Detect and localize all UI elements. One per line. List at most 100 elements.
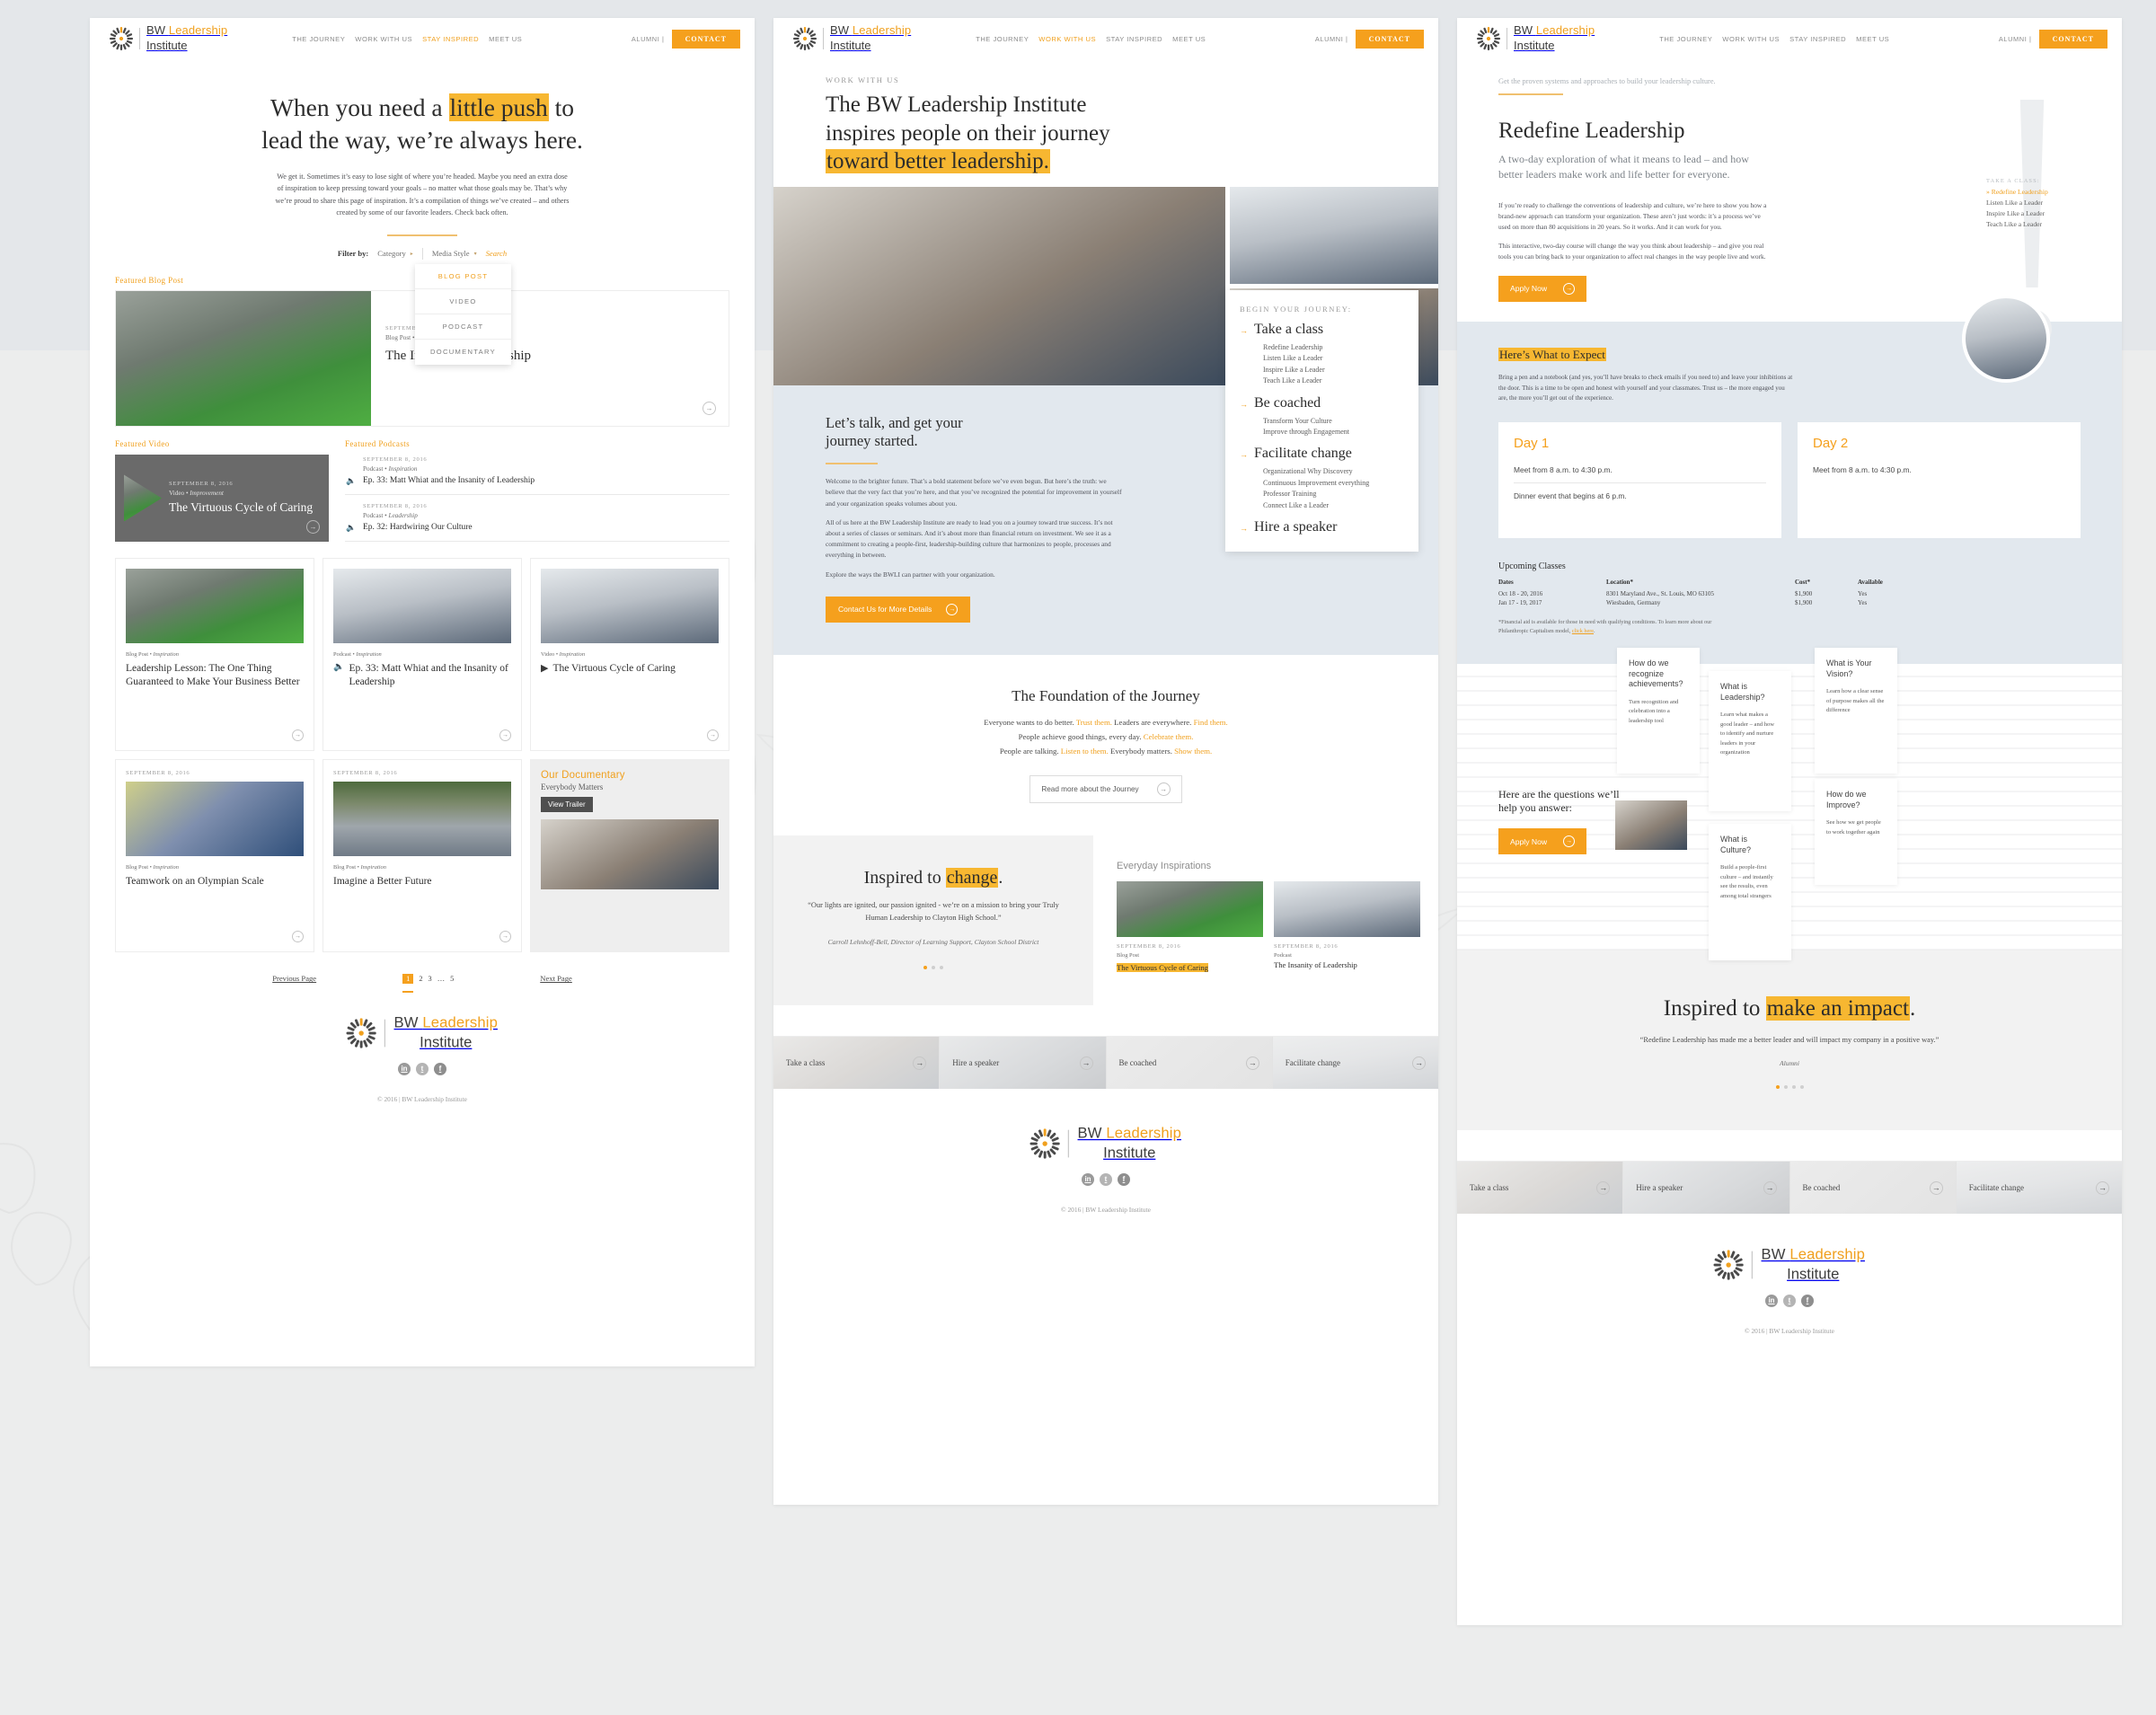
list-item[interactable]: SEPTEMBER 8, 2016 Podcast The Insanity o…	[1274, 880, 1420, 975]
facebook-icon[interactable]: f	[434, 1062, 446, 1075]
carousel-dot-3[interactable]	[1791, 1085, 1796, 1090]
brand-logo-footer-3[interactable]: BW Leadership Institute	[1457, 1245, 2122, 1284]
alumni-link[interactable]: ALUMNI |	[632, 35, 665, 43]
click-here-link[interactable]: click here	[1572, 628, 1594, 634]
next-page-link[interactable]: Next Page	[540, 974, 572, 983]
linkedin-icon[interactable]: in	[1082, 1172, 1094, 1186]
nav-item-the-journey[interactable]: THE JOURNEY	[1659, 35, 1712, 43]
carousel-dot-3[interactable]	[940, 966, 943, 970]
twitter-icon[interactable]: t	[416, 1062, 429, 1075]
nav-item-stay-inspired[interactable]: STAY INSPIRED	[422, 35, 479, 43]
carousel-dot-2[interactable]	[1783, 1085, 1788, 1090]
facebook-icon[interactable]: f	[1801, 1294, 1814, 1307]
list-item[interactable]: Continuous Improvement everything	[1263, 478, 1404, 489]
nav-item-stay-inspired[interactable]: STAY INSPIRED	[1789, 35, 1846, 43]
tile-facilitate-change[interactable]: Facilitate change →	[1956, 1162, 2122, 1215]
contact-button[interactable]: CONTACT	[2038, 29, 2107, 49]
tile-take-a-class[interactable]: Take a class →	[773, 1037, 941, 1090]
list-item[interactable]: SEPTEMBER 8, 2016 Podcast • Inspiration …	[345, 448, 729, 495]
featured-video-card[interactable]: SEPTEMBER 8, 2016 Video • Improvement Th…	[115, 454, 329, 542]
list-item[interactable]: Teach Like a Leader	[1263, 376, 1404, 386]
list-item[interactable]: SEPTEMBER 8, 2016 Blog Post The Virtuous…	[1117, 880, 1263, 975]
brand-logo-header-1[interactable]: BW Leadership Institute	[110, 23, 227, 54]
twitter-icon[interactable]: t	[1783, 1294, 1796, 1307]
carousel-dot-4[interactable]	[1799, 1085, 1804, 1090]
take-a-class-current[interactable]: Redefine Leadership	[1986, 188, 2081, 196]
dropdown-item-blog-post[interactable]: BLOG POST	[415, 264, 511, 289]
contact-button[interactable]: CONTACT	[671, 29, 740, 49]
carousel-dot-1[interactable]	[1775, 1085, 1780, 1090]
read-more-about-the-journey-button[interactable]: Read more about the Journey →	[1029, 774, 1182, 803]
arrow-right-icon[interactable]: →	[702, 401, 716, 415]
list-item[interactable]: Inspire Like a Leader	[1263, 365, 1404, 376]
journey-group-be-coached[interactable]: → Be coached	[1240, 395, 1404, 411]
linkedin-icon[interactable]: in	[398, 1062, 411, 1075]
tile-take-a-class[interactable]: Take a class →	[1457, 1162, 1624, 1215]
list-item[interactable]: SEPTEMBER 8, 2016 Podcast • Leadership 🔈…	[345, 495, 729, 542]
journey-group-take-a-class[interactable]: → Take a class	[1240, 322, 1404, 338]
list-item[interactable]: Organizational Why Discovery	[1263, 466, 1404, 477]
take-a-class-item[interactable]: Listen Like a Leader	[1986, 199, 2081, 207]
apply-now-button-top[interactable]: Apply Now →	[1498, 275, 1587, 302]
table-row[interactable]: SEPTEMBER 8, 2016 Blog Post • Inspiratio…	[115, 758, 314, 952]
list-item[interactable]: Listen Like a Leader	[1263, 353, 1404, 364]
nav-item-meet-us[interactable]: MEET US	[1172, 35, 1206, 43]
search-link[interactable]: Search	[486, 249, 508, 258]
list-item[interactable]: Connect Like a Leader	[1263, 500, 1404, 511]
arrow-right-icon[interactable]: →	[292, 729, 304, 741]
dropdown-item-podcast[interactable]: PODCAST	[415, 314, 511, 340]
nav-item-work-with-us[interactable]: WORK WITH US	[355, 35, 412, 43]
tile-hire-a-speaker[interactable]: Hire a speaker →	[1623, 1162, 1790, 1215]
alumni-link[interactable]: ALUMNI |	[1999, 35, 2032, 43]
documentary-card[interactable]: Our Documentary Everybody Matters View T…	[530, 758, 729, 952]
carousel-dot-2[interactable]	[932, 966, 935, 970]
page-number-current[interactable]: 1	[402, 973, 414, 993]
brand-logo-footer-1[interactable]: BW Leadership Institute	[90, 1013, 755, 1052]
table-row[interactable]: Video • Inspiration ▶ The Virtuous Cycle …	[530, 557, 729, 751]
arrow-right-icon[interactable]: →	[499, 729, 511, 741]
arrow-right-icon[interactable]: →	[292, 930, 304, 942]
nav-item-stay-inspired[interactable]: STAY INSPIRED	[1106, 35, 1162, 43]
apply-now-button-questions[interactable]: Apply Now →	[1498, 828, 1587, 855]
journey-group-facilitate-change[interactable]: → Facilitate change	[1240, 446, 1404, 462]
filter-category-select[interactable]: Category ▸	[377, 249, 413, 258]
contact-us-for-more-details-button[interactable]: Contact Us for More Details →	[826, 596, 971, 623]
list-item[interactable]: Professor Training	[1263, 489, 1404, 499]
dropdown-item-video[interactable]: VIDEO	[415, 289, 511, 314]
nav-item-the-journey[interactable]: THE JOURNEY	[292, 35, 345, 43]
carousel-dot-1[interactable]	[923, 966, 927, 970]
brand-logo-header-2[interactable]: BW Leadership Institute	[793, 23, 911, 54]
nav-item-the-journey[interactable]: THE JOURNEY	[976, 35, 1029, 43]
brand-logo-footer-2[interactable]: BW Leadership Institute	[773, 1125, 1438, 1163]
arrow-right-icon[interactable]: →	[499, 930, 511, 942]
tile-be-coached[interactable]: Be coached →	[1106, 1037, 1273, 1090]
nav-item-work-with-us[interactable]: WORK WITH US	[1038, 35, 1096, 43]
arrow-right-icon[interactable]: →	[707, 729, 719, 741]
list-item[interactable]: Redefine Leadership	[1263, 342, 1404, 353]
nav-item-meet-us[interactable]: MEET US	[1856, 35, 1889, 43]
nav-item-work-with-us[interactable]: WORK WITH US	[1722, 35, 1780, 43]
filter-media-style-select[interactable]: Media Style ▾	[432, 249, 477, 258]
linkedin-icon[interactable]: in	[1765, 1294, 1778, 1307]
journey-group-hire-a-speaker[interactable]: → Hire a speaker	[1240, 519, 1404, 535]
question-card-what-is-leadership[interactable]: What is Leadership? Learn what makes a g…	[1709, 670, 1791, 811]
tile-facilitate-change[interactable]: Facilitate change →	[1272, 1037, 1438, 1090]
page-number-3[interactable]: 3	[429, 975, 432, 983]
table-row[interactable]: SEPTEMBER 8, 2016 Blog Post • Inspiratio…	[323, 758, 522, 952]
table-row[interactable]: Podcast • Inspiration 🔈 Ep. 33: Matt Whia…	[323, 557, 522, 751]
twitter-icon[interactable]: t	[1100, 1172, 1112, 1186]
arrow-right-icon[interactable]: →	[306, 519, 320, 534]
dropdown-item-documentary[interactable]: DOCUMENTARY	[415, 340, 511, 365]
page-number-5[interactable]: 5	[450, 975, 454, 983]
nav-item-meet-us[interactable]: MEET US	[489, 35, 522, 43]
page-number-2[interactable]: 2	[419, 975, 422, 983]
table-row[interactable]: Blog Post • Inspiration Leadership Lesso…	[115, 557, 314, 751]
question-card-what-is-your-vision[interactable]: What is Your Vision? Learn how a clear s…	[1815, 647, 1897, 774]
take-a-class-item[interactable]: Inspire Like a Leader	[1986, 209, 2081, 217]
list-item[interactable]: Improve through Engagement	[1263, 427, 1404, 438]
take-a-class-item[interactable]: Teach Like a Leader	[1986, 220, 2081, 228]
brand-logo-header-3[interactable]: BW Leadership Institute	[1477, 23, 1595, 54]
contact-button[interactable]: CONTACT	[1355, 29, 1424, 49]
list-item[interactable]: Transform Your Culture	[1263, 416, 1404, 427]
tile-hire-a-speaker[interactable]: Hire a speaker →	[940, 1037, 1107, 1090]
